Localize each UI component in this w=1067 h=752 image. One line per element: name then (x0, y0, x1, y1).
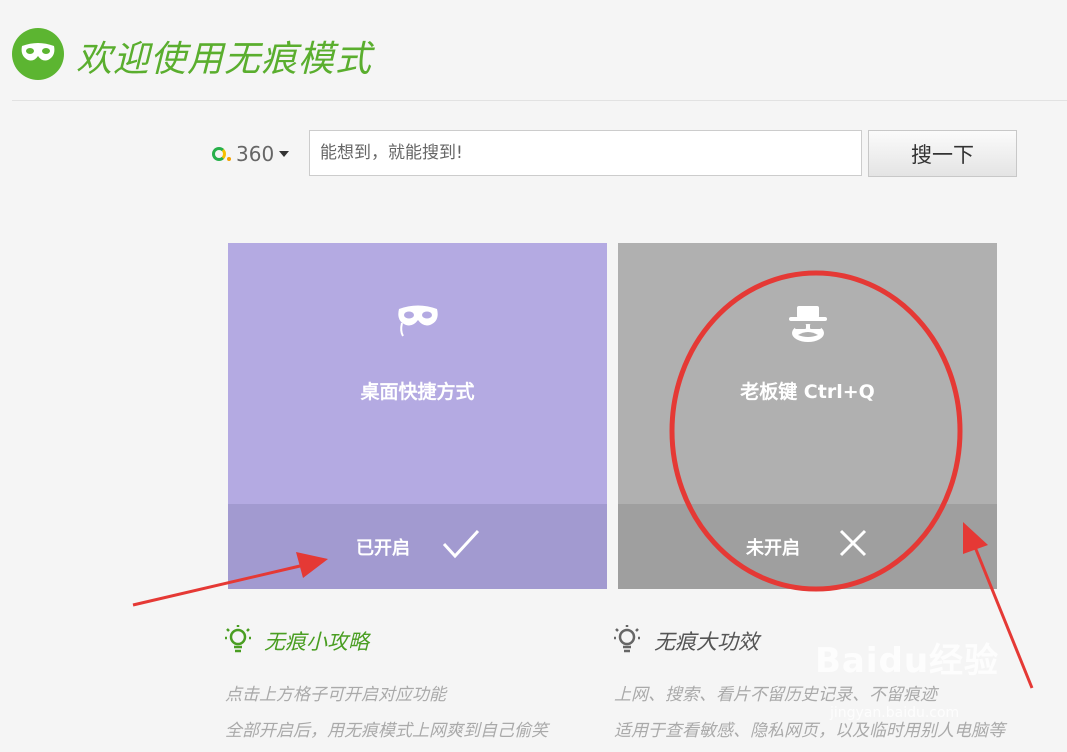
tip-line: 全部开启后，用无痕模式上网爽到自己偷笑 (225, 721, 548, 741)
close-icon (839, 529, 867, 557)
card-desktop-shortcut[interactable]: 桌面快捷方式 已开启 (228, 243, 607, 589)
360-logo-dot-icon (227, 157, 231, 161)
search-engine-selector[interactable]: 360 (212, 140, 290, 168)
watermark-url: jingyan.baidu.com (830, 705, 960, 721)
search-input[interactable] (309, 130, 862, 176)
tip-line: 点击上方格子可开启对应功能 (225, 685, 446, 705)
status-bar: 已开启 (228, 504, 607, 589)
tips-title: 无痕小攻略 (264, 630, 369, 654)
search-button[interactable]: 搜一下 (868, 130, 1017, 177)
card-boss-key[interactable]: 老板键 Ctrl+Q 未开启 (618, 243, 997, 589)
search-engine-name: 360 (236, 142, 275, 166)
tips-title: 无痕大功效 (654, 630, 759, 654)
watermark: Baidu经验 (815, 641, 1000, 681)
360-logo-icon (212, 147, 226, 161)
lightbulb-icon (614, 625, 640, 653)
page-title: 欢迎使用无痕模式 (76, 39, 373, 80)
card-label: 老板键 Ctrl+Q (740, 381, 875, 403)
chevron-down-icon (279, 151, 290, 157)
boss-icon (788, 306, 827, 342)
status-bar: 未开启 (618, 504, 997, 589)
tip-line: 上网、搜索、看片不留历史记录、不留痕迹 (614, 685, 937, 705)
check-icon (442, 529, 480, 559)
card-label: 桌面快捷方式 (360, 381, 475, 403)
header: 欢迎使用无痕模式 (0, 0, 1067, 101)
header-divider (12, 100, 1067, 101)
mask-icon (397, 305, 438, 337)
mask-icon (21, 43, 55, 61)
incognito-logo (12, 28, 64, 80)
status-text: 已开启 (356, 538, 410, 559)
lightbulb-icon (225, 625, 251, 653)
status-text: 未开启 (746, 538, 800, 559)
